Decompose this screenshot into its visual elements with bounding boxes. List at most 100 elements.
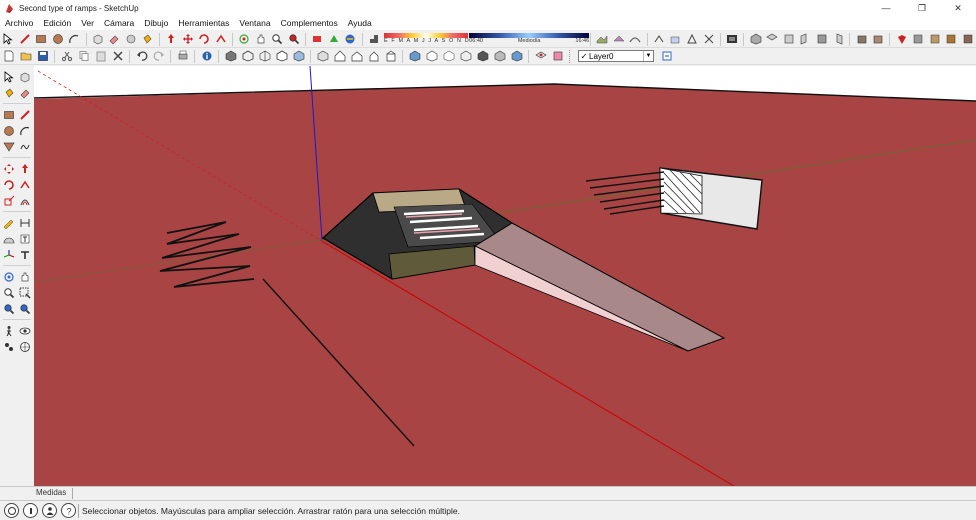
menu-dibujo[interactable]: Dibujo [139, 16, 173, 30]
help-icon[interactable]: ? [61, 503, 76, 518]
copy-icon[interactable] [77, 50, 91, 63]
flip-edge-icon[interactable] [702, 33, 716, 46]
style-wire-icon[interactable] [442, 50, 456, 63]
zoom-window-icon[interactable] [19, 286, 32, 299]
view-left-2-icon[interactable] [384, 50, 398, 63]
smoove-icon[interactable] [629, 33, 643, 46]
tape-measure-icon[interactable] [124, 33, 138, 46]
front-view-icon[interactable] [782, 33, 796, 46]
style-box-icon[interactable] [855, 33, 869, 46]
view-iso-2-icon[interactable] [316, 50, 330, 63]
view-front-2-icon[interactable] [350, 50, 364, 63]
circle-icon[interactable] [3, 124, 16, 137]
shadow-time-slider[interactable]: 06:40 Mediodía 16:46 [469, 32, 590, 46]
redo-icon[interactable] [152, 50, 166, 63]
menu-ayuda[interactable]: Ayuda [343, 16, 377, 30]
section-plane-icon[interactable] [725, 33, 739, 46]
close-button[interactable]: ✕ [940, 0, 976, 16]
move-icon[interactable] [181, 33, 195, 46]
pan-icon[interactable] [254, 33, 268, 46]
menu-ver[interactable]: Ver [76, 16, 99, 30]
layer-manager-icon[interactable] [534, 50, 548, 63]
open-folder-icon[interactable] [19, 50, 33, 63]
text-icon[interactable] [19, 232, 32, 245]
back-edges-icon[interactable] [241, 50, 255, 63]
model-viewport[interactable] [34, 66, 976, 486]
restore-button[interactable]: ❐ [904, 0, 940, 16]
sandbox-scratch-icon[interactable] [612, 33, 626, 46]
rectangle-icon[interactable] [35, 33, 49, 46]
select-tool-icon[interactable] [2, 33, 16, 46]
circle-icon[interactable] [51, 33, 65, 46]
style-mono-icon[interactable] [510, 50, 524, 63]
add-detail-icon[interactable] [685, 33, 699, 46]
make-component-icon[interactable] [19, 70, 32, 83]
save-icon[interactable] [36, 50, 50, 63]
paint-bucket-icon[interactable] [141, 33, 155, 46]
style-texture-icon[interactable] [871, 33, 885, 46]
freehand-icon[interactable] [19, 140, 32, 153]
rotate-icon[interactable] [3, 178, 16, 191]
shadows-icon[interactable] [367, 33, 381, 46]
geo-location-icon[interactable] [4, 503, 19, 518]
new-file-icon[interactable] [2, 50, 16, 63]
style-xray-icon[interactable] [408, 50, 422, 63]
push-pull-icon[interactable] [164, 33, 178, 46]
eraser-icon[interactable] [108, 33, 122, 46]
shadow-date-slider[interactable]: E F M A M J J A S O N D [384, 32, 469, 46]
sandbox-from-contours-icon[interactable] [596, 33, 610, 46]
iso-view-icon[interactable] [749, 33, 763, 46]
chevron-down-icon[interactable]: ▼ [643, 51, 653, 61]
menu-herramientas[interactable]: Herramientas [173, 16, 234, 30]
look-around-icon[interactable] [19, 324, 32, 337]
menu-edicion[interactable]: Edición [38, 16, 76, 30]
user-icon[interactable] [42, 503, 57, 518]
zoom-icon[interactable] [3, 286, 16, 299]
shaded-icon[interactable] [292, 50, 306, 63]
view-house-icon[interactable] [333, 50, 347, 63]
share-model-icon[interactable] [327, 33, 341, 46]
view-back-2-icon[interactable] [367, 50, 381, 63]
wireframe-icon[interactable] [258, 50, 272, 63]
style-textured-icon[interactable] [493, 50, 507, 63]
credits-icon[interactable] [23, 503, 38, 518]
left-view-icon[interactable] [831, 33, 845, 46]
tape-measure-icon[interactable] [3, 216, 16, 229]
hidden-line-icon[interactable] [275, 50, 289, 63]
xray-icon[interactable] [224, 50, 238, 63]
menu-complementos[interactable]: Complementos [276, 16, 343, 30]
minimize-button[interactable]: — [868, 0, 904, 16]
offset-icon[interactable] [19, 194, 32, 207]
print-icon[interactable] [176, 50, 190, 63]
pan-icon[interactable] [19, 270, 32, 283]
follow-me-icon[interactable] [19, 178, 32, 191]
orbit-icon[interactable] [3, 270, 16, 283]
3d-text-icon[interactable] [19, 248, 32, 261]
ruby-console-icon[interactable] [895, 33, 909, 46]
extension-b-icon[interactable] [928, 33, 942, 46]
cut-icon[interactable] [60, 50, 74, 63]
eraser-icon[interactable] [19, 86, 32, 99]
axes-icon[interactable] [3, 248, 16, 261]
arc-icon[interactable] [68, 33, 82, 46]
paste-icon[interactable] [94, 50, 108, 63]
paint-bucket-icon[interactable] [3, 86, 16, 99]
polygon-icon[interactable] [3, 140, 16, 153]
layer-properties-icon[interactable] [660, 50, 674, 63]
layer-color-icon[interactable] [551, 50, 565, 63]
position-camera-icon[interactable] [3, 340, 16, 353]
zoom-extents-icon[interactable] [19, 302, 32, 315]
previous-view-icon[interactable] [3, 302, 16, 315]
style-hidden-icon[interactable] [459, 50, 473, 63]
orbit-icon[interactable] [237, 33, 251, 46]
select-tool-icon[interactable] [3, 70, 16, 83]
menu-camara[interactable]: Cámara [99, 16, 139, 30]
arc-icon[interactable] [19, 124, 32, 137]
line-icon[interactable] [19, 108, 32, 121]
scale-icon[interactable] [3, 194, 16, 207]
zoom-extents-icon[interactable] [287, 33, 301, 46]
zoom-icon[interactable] [270, 33, 284, 46]
delete-icon[interactable] [111, 50, 125, 63]
dimension-icon[interactable] [19, 216, 32, 229]
right-view-icon[interactable] [798, 33, 812, 46]
